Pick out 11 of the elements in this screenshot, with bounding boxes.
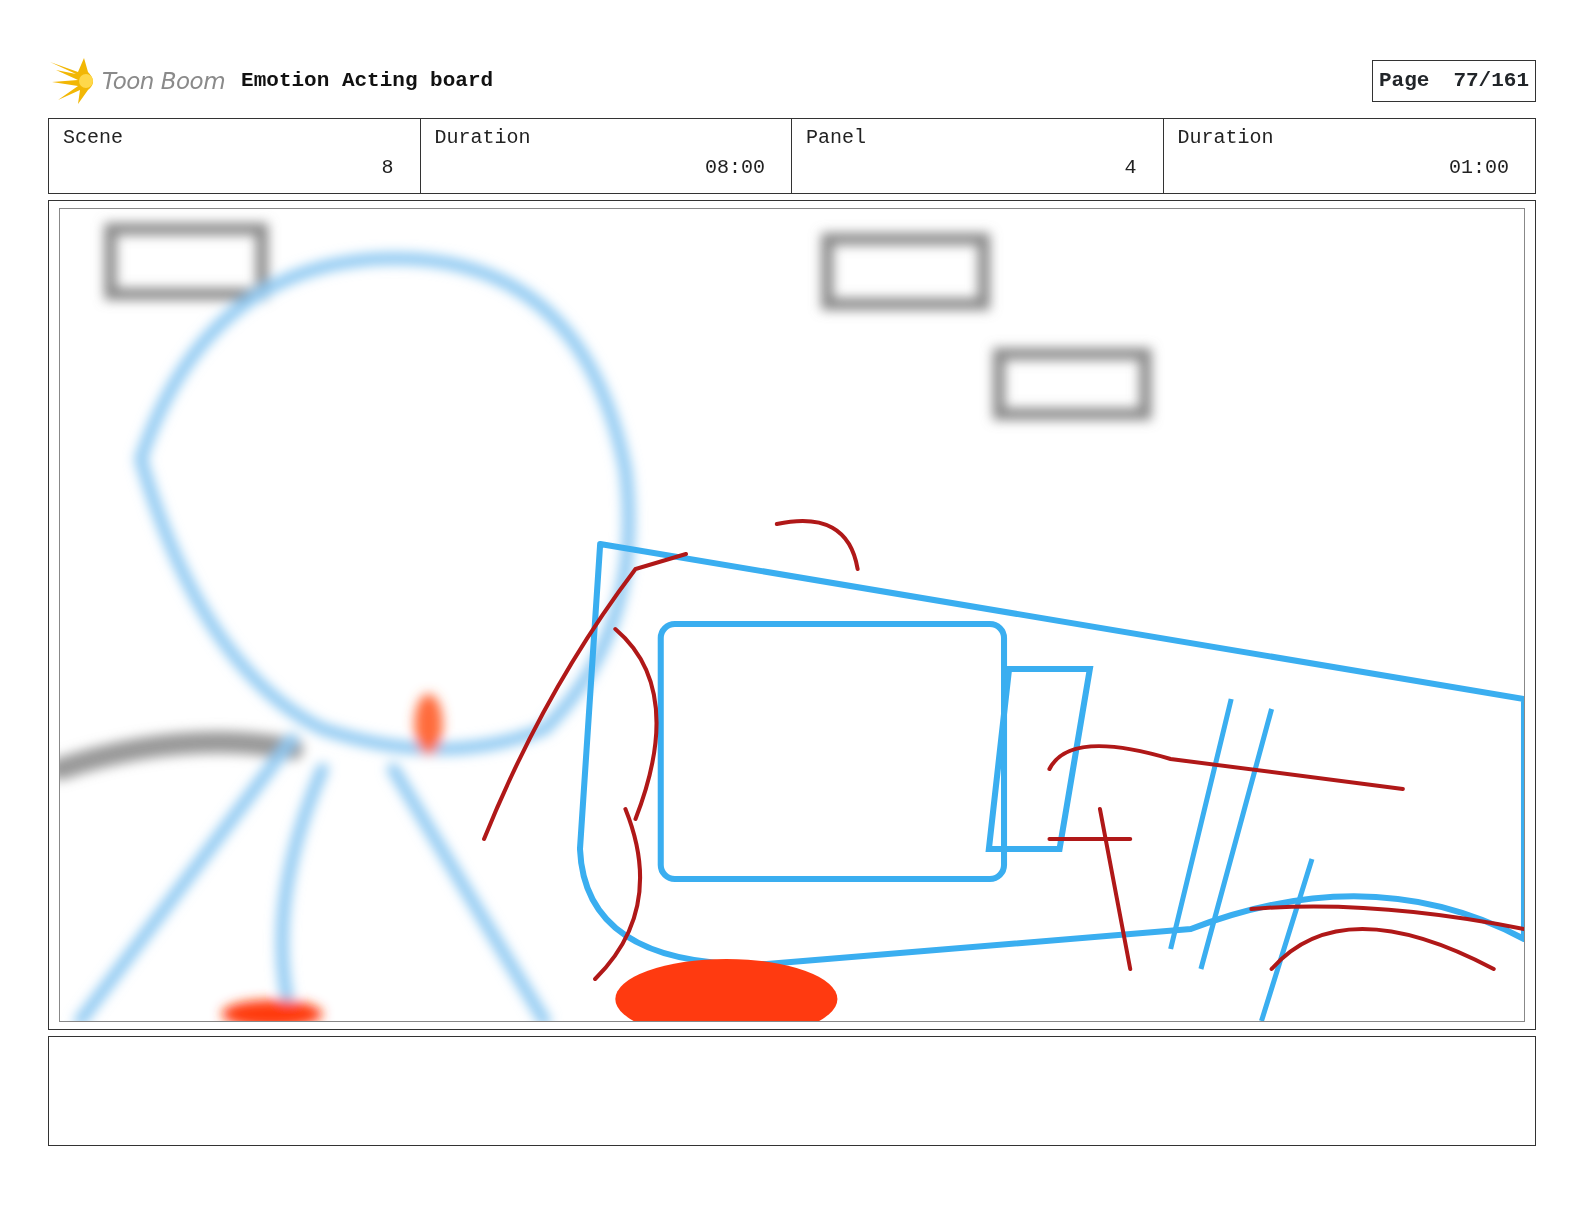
field-value: 01:00 xyxy=(1449,155,1509,181)
field-value: 8 xyxy=(381,155,394,181)
logo-text: Toon Boom xyxy=(102,66,226,96)
field-label: Duration xyxy=(434,125,531,151)
board-title: Emotion Acting board xyxy=(241,68,494,95)
field-label: Scene xyxy=(63,125,123,151)
field-label: Duration xyxy=(1177,125,1274,151)
field-label: Panel xyxy=(806,125,866,151)
field-value: 4 xyxy=(1124,155,1137,181)
field-value: 08:00 xyxy=(705,155,765,181)
page-counter: Page 77/161 xyxy=(1371,60,1536,102)
